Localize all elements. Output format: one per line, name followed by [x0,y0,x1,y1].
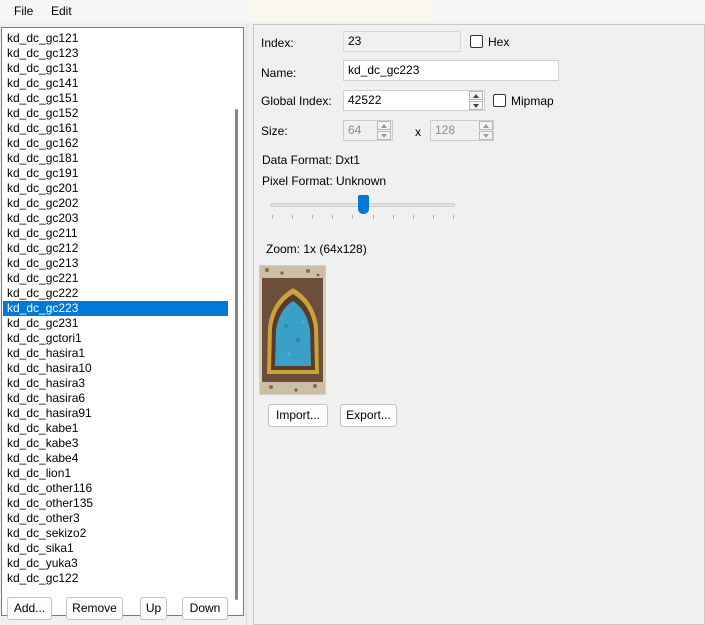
index-field: 23 [343,31,461,52]
list-item[interactable]: kd_dc_gc141 [3,76,228,91]
list-item[interactable]: kd_dc_gc123 [3,46,228,61]
slider-tick [432,215,434,219]
list-item[interactable]: kd_dc_hasira91 [3,406,228,421]
hex-checkbox[interactable] [470,35,483,48]
slider-tick [272,215,273,219]
list-item[interactable]: kd_dc_gc131 [3,61,228,76]
hex-label: Hex [488,35,510,49]
list-item[interactable]: kd_dc_kabe1 [3,421,228,436]
index-label: Index: [261,36,294,50]
list-scrollbar-thumb[interactable] [235,109,238,600]
down-button[interactable]: Down [182,597,228,620]
list-item[interactable]: kd_dc_hasira6 [3,391,228,406]
zoom-slider-thumb[interactable] [357,195,369,214]
name-input[interactable]: kd_dc_gc223 [343,60,559,81]
global-index-up-arrow-icon[interactable] [469,91,483,100]
list-item[interactable]: kd_dc_gc213 [3,256,228,271]
list-item[interactable]: kd_dc_sekizo2 [3,526,228,541]
list-item[interactable]: kd_dc_gc152 [3,106,228,121]
name-label: Name: [261,66,297,80]
data-format-label: Data Format: Dxt1 [262,153,361,167]
menu-bar-decoration [250,0,430,23]
list-item[interactable]: kd_dc_gc201 [3,181,228,196]
list-item[interactable]: kd_dc_gctori1 [3,331,228,346]
slider-tick [312,215,314,219]
slider-tick [352,215,354,219]
panel-splitter[interactable] [246,24,253,625]
list-scrollbar[interactable] [229,28,243,615]
pixel-format-label: Pixel Format: Unknown [262,174,387,188]
up-button[interactable]: Up [140,597,167,620]
size-separator: x [415,125,421,139]
list-item[interactable]: kd_dc_gc222 [3,286,228,301]
list-item[interactable]: kd_dc_gc211 [3,226,228,241]
list-item[interactable]: kd_dc_gc151 [3,91,228,106]
menu-file[interactable]: File [12,4,35,18]
list-item[interactable]: kd_dc_gc162 [3,136,228,151]
global-index-input[interactable]: 42522 [343,90,485,111]
list-item[interactable]: kd_dc_kabe3 [3,436,228,451]
list-item[interactable]: kd_dc_hasira1 [3,346,228,361]
texture-preview-image [260,266,325,394]
global-index-spinner[interactable] [469,91,483,110]
list-item[interactable]: kd_dc_other135 [3,496,228,511]
size-height-up-arrow-icon [479,121,493,130]
texture-list-panel: kd_dc_gc121 kd_dc_gc123 kd_dc_gc131 kd_dc_g… [0,24,246,625]
list-item[interactable]: kd_dc_gc221 [3,271,228,286]
list-item[interactable]: kd_dc_gc202 [3,196,228,211]
list-item[interactable]: kd_dc_kabe4 [3,451,228,466]
list-item[interactable]: kd_dc_gc181 [3,151,228,166]
list-item[interactable]: kd_dc_hasira10 [3,361,228,376]
list-item[interactable]: kd_dc_gc212 [3,241,228,256]
mipmap-label: Mipmap [511,94,554,108]
texture-listbox[interactable]: kd_dc_gc121 kd_dc_gc123 kd_dc_gc131 kd_dc_g… [1,27,244,616]
mipmap-checkbox[interactable] [493,94,506,107]
list-item[interactable]: kd_dc_gc191 [3,166,228,181]
slider-tick [292,215,294,219]
remove-button[interactable]: Remove [66,597,123,620]
slider-tick [412,215,414,219]
size-height-spinner [479,121,493,140]
slider-tick [372,215,374,219]
list-item[interactable]: kd_dc_gc121 [3,31,228,46]
list-item[interactable]: kd_dc_sika1 [3,541,228,556]
list-item[interactable]: kd_dc_hasira3 [3,376,228,391]
add-button[interactable]: Add... [7,597,52,620]
list-item[interactable]: kd_dc_lion1 [3,466,228,481]
import-button[interactable]: Import... [268,404,328,427]
global-index-down-arrow-icon[interactable] [469,101,483,110]
slider-tick [392,215,394,219]
size-width-down-arrow-icon [377,131,391,140]
slider-tick [453,215,454,219]
global-index-label: Global Index: [261,94,332,108]
texture-properties-panel: Index: 23 Hex Name: kd_dc_gc223 Global I… [253,24,705,625]
size-width-up-arrow-icon [377,121,391,130]
slider-tick [332,215,334,219]
list-item[interactable]: kd_dc_gc122 [3,571,228,586]
list-item[interactable]: kd_dc_other3 [3,511,228,526]
size-width-spinner [377,121,391,140]
list-item[interactable]: kd_dc_yuka3 [3,556,228,571]
export-button[interactable]: Export... [340,404,397,427]
menu-edit[interactable]: Edit [49,4,74,18]
texture-preview [259,265,326,395]
menu-bar: File Edit [0,0,705,23]
size-height-down-arrow-icon [479,131,493,140]
list-item[interactable]: kd_dc_other116 [3,481,228,496]
size-label: Size: [261,124,288,138]
list-item[interactable]: kd_dc_gc161 [3,121,228,136]
list-item[interactable]: kd_dc_gc223 [3,301,228,316]
zoom-label: Zoom: 1x (64x128) [266,242,367,256]
list-item[interactable]: kd_dc_gc231 [3,316,228,331]
list-item[interactable]: kd_dc_gc203 [3,211,228,226]
